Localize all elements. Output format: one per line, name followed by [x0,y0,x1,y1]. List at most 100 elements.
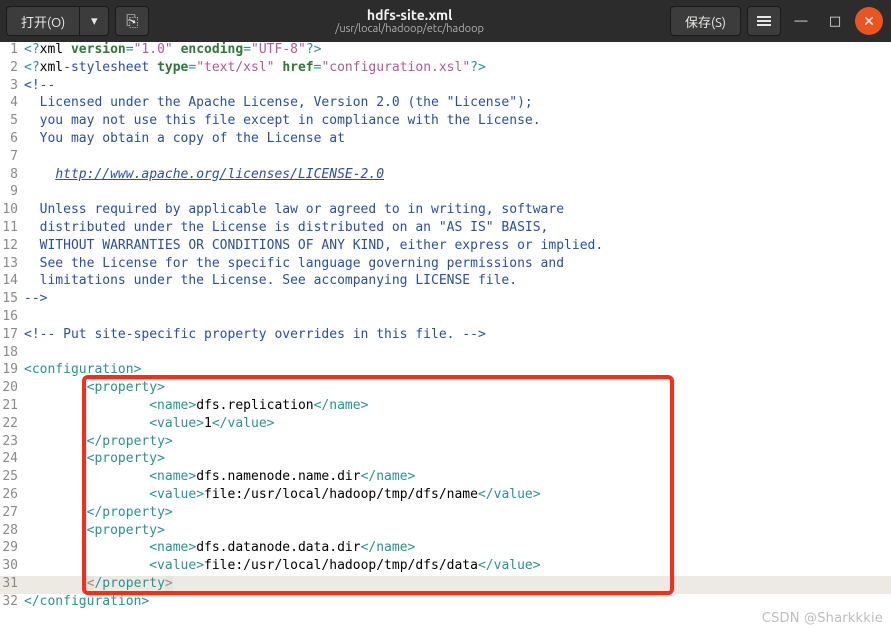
close-button[interactable]: ✕ [855,7,883,35]
line-number: 8 [0,167,22,185]
code-content: <name>dfs.namenode.name.dir</name> [22,469,415,487]
new-tab-icon: ⎘ [126,12,138,30]
code-content: <property> [22,523,165,541]
open-button[interactable]: 打开(O) [6,6,79,36]
line-number: 12 [0,238,22,256]
chevron-down-icon: ▾ [91,14,98,29]
line-number: 15 [0,291,22,309]
titlebar: 打开(O) ▾ ⎘ hdfs-site.xml /usr/local/hadoo… [0,0,891,42]
line-number: 19 [0,362,22,380]
code-line[interactable]: 16 [0,309,891,327]
hamburger-menu-button[interactable] [747,6,781,36]
code-content: </property> [22,576,173,594]
line-number: 1 [0,42,22,60]
line-number: 26 [0,487,22,505]
code-content: <value>1</value> [22,416,274,434]
line-number: 5 [0,113,22,131]
line-number: 20 [0,380,22,398]
code-line[interactable]: 18 [0,345,891,363]
code-content [22,184,24,202]
code-line[interactable]: 31 </property> [0,576,891,594]
hamburger-icon [757,14,771,28]
line-number: 13 [0,256,22,274]
line-number: 10 [0,202,22,220]
code-line[interactable]: 1<?xml version="1.0" encoding="UTF-8"?> [0,42,891,60]
line-number: 31 [0,576,22,594]
line-number: 30 [0,558,22,576]
line-number: 28 [0,523,22,541]
code-content: See the License for the specific languag… [22,256,564,274]
code-content: <?xml version="1.0" encoding="UTF-8"?> [22,42,321,60]
maximize-icon: □ [829,14,841,29]
code-line[interactable]: 32</configuration> [0,594,891,612]
line-number: 23 [0,434,22,452]
code-line[interactable]: 6 You may obtain a copy of the License a… [0,131,891,149]
line-number: 4 [0,95,22,113]
code-content: Licensed under the Apache License, Versi… [22,95,533,113]
code-content: you may not use this file except in comp… [22,113,541,131]
open-button-group: 打开(O) ▾ [6,6,109,36]
line-number: 14 [0,273,22,291]
code-content [22,309,24,327]
code-line[interactable]: 17<!-- Put site-specific property overri… [0,327,891,345]
open-dropdown-button[interactable]: ▾ [79,6,109,36]
code-line[interactable]: 8 http://www.apache.org/licenses/LICENSE… [0,167,891,185]
line-number: 25 [0,469,22,487]
line-number: 11 [0,220,22,238]
code-content: You may obtain a copy of the License at [22,131,345,149]
code-content: <property> [22,451,165,469]
code-line[interactable]: 28 <property> [0,523,891,541]
code-line[interactable]: 4 Licensed under the Apache License, Ver… [0,95,891,113]
code-line[interactable]: 5 you may not use this file except in co… [0,113,891,131]
code-line[interactable]: 9 [0,184,891,202]
code-line[interactable]: 26 <value>file:/usr/local/hadoop/tmp/dfs… [0,487,891,505]
open-button-label: 打开(O) [21,12,65,31]
code-content: <name>dfs.replication</name> [22,398,368,416]
file-path: /usr/local/hadoop/etc/hadoop [149,23,670,36]
code-line[interactable]: 3<!-- [0,78,891,96]
save-button-label: 保存(S) [685,12,726,31]
line-number: 16 [0,309,22,327]
code-line[interactable]: 11 distributed under the License is dist… [0,220,891,238]
code-line[interactable]: 7 [0,149,891,167]
code-content: distributed under the License is distrib… [22,220,548,238]
code-content: <!-- Put site-specific property override… [22,327,486,345]
code-line[interactable]: 19<configuration> [0,362,891,380]
code-line[interactable]: 24 <property> [0,451,891,469]
code-line[interactable]: 30 <value>file:/usr/local/hadoop/tmp/dfs… [0,558,891,576]
save-button[interactable]: 保存(S) [670,6,741,36]
code-line[interactable]: 10 Unless required by applicable law or … [0,202,891,220]
code-line[interactable]: 27 </property> [0,505,891,523]
close-icon: ✕ [863,13,875,30]
line-number: 24 [0,451,22,469]
line-number: 6 [0,131,22,149]
code-line[interactable]: 13 See the License for the specific lang… [0,256,891,274]
code-line[interactable]: 22 <value>1</value> [0,416,891,434]
minimize-button[interactable]: — [787,7,815,35]
code-content [22,149,24,167]
code-content: Unless required by applicable law or agr… [22,202,564,220]
code-line[interactable]: 14 limitations under the License. See ac… [0,273,891,291]
editor-area[interactable]: 1<?xml version="1.0" encoding="UTF-8"?>2… [0,42,891,629]
line-number: 9 [0,184,22,202]
new-tab-button[interactable]: ⎘ [115,6,149,36]
code-content: limitations under the License. See accom… [22,273,517,291]
code-line[interactable]: 25 <name>dfs.namenode.name.dir</name> [0,469,891,487]
line-number: 21 [0,398,22,416]
code-line[interactable]: 20 <property> [0,380,891,398]
code-line[interactable]: 29 <name>dfs.datanode.data.dir</name> [0,540,891,558]
line-number: 3 [0,78,22,96]
line-number: 7 [0,149,22,167]
code-line[interactable]: 21 <name>dfs.replication</name> [0,398,891,416]
right-controls: 保存(S) — □ ✕ [670,6,883,36]
code-content [22,345,24,363]
code-line[interactable]: 23 </property> [0,434,891,452]
code-content: <value>file:/usr/local/hadoop/tmp/dfs/na… [22,487,541,505]
maximize-button[interactable]: □ [821,7,849,35]
code-content: </property> [22,434,173,452]
code-line[interactable]: 2<?xml-stylesheet type="text/xsl" href="… [0,60,891,78]
code-content: http://www.apache.org/licenses/LICENSE-2… [22,167,384,185]
line-number: 17 [0,327,22,345]
code-line[interactable]: 15--> [0,291,891,309]
code-line[interactable]: 12 WITHOUT WARRANTIES OR CONDITIONS OF A… [0,238,891,256]
